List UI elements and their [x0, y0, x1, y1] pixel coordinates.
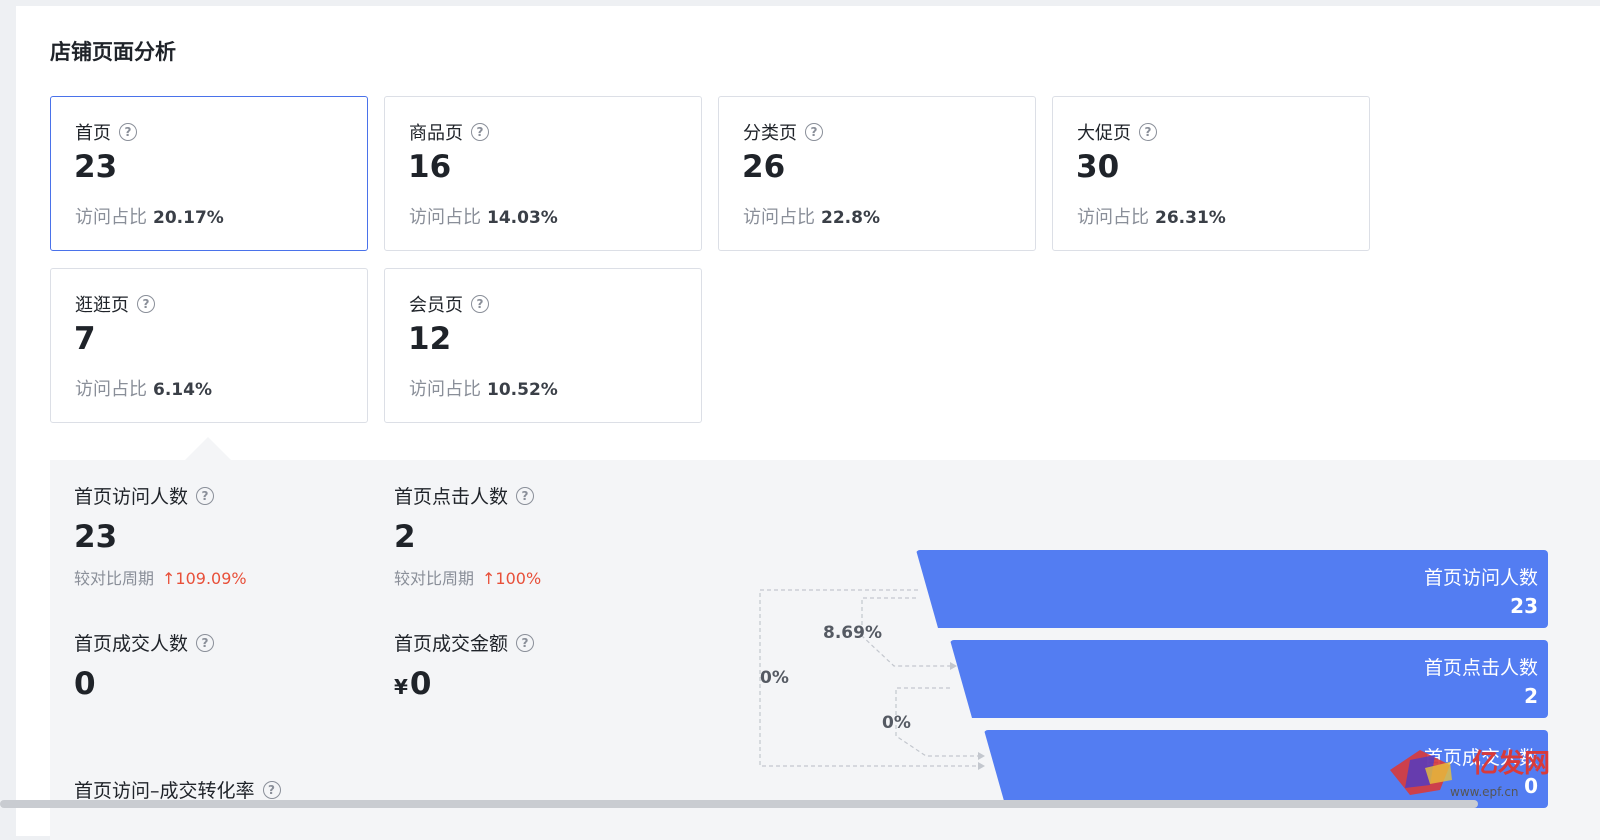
card-category[interactable]: 分类页? 26 访问占比 22.8%: [718, 96, 1036, 251]
metric-conversion: 首页访问–成交转化率?: [74, 776, 281, 803]
svg-text:www.epf.cn: www.epf.cn: [1450, 785, 1519, 799]
card-label: 商品页?: [409, 119, 489, 145]
metric-value: ¥0: [394, 666, 432, 702]
horizontal-scrollbar[interactable]: [0, 800, 1478, 808]
arrow-icon: [978, 752, 985, 760]
metric-compare: 较对比周期 ↑100%: [394, 569, 542, 588]
metric-value: 23: [74, 519, 118, 555]
help-icon[interactable]: ?: [1139, 123, 1157, 141]
funnel-bar-visitors: 首页访问人数 23: [916, 550, 1548, 628]
metric-value: 2: [394, 519, 416, 555]
help-icon[interactable]: ?: [471, 295, 489, 313]
card-ratio: 访问占比 14.03%: [409, 207, 558, 228]
card-ratio: 访问占比 20.17%: [75, 207, 224, 228]
help-icon[interactable]: ?: [805, 123, 823, 141]
card-label: 大促页?: [1077, 119, 1157, 145]
help-icon[interactable]: ?: [196, 486, 215, 505]
card-promotion[interactable]: 大促页? 30 访问占比 26.31%: [1052, 96, 1370, 251]
metric-visitors: 首页访问人数? 23 较对比周期 ↑109.09%: [74, 486, 247, 588]
rate-click-to-deal: 0%: [882, 713, 911, 733]
page-title: 店铺页面分析: [50, 40, 176, 64]
card-browse[interactable]: 逛逛页? 7 访问占比 6.14%: [50, 268, 368, 423]
card-value: 7: [74, 321, 96, 357]
card-home[interactable]: 首页? 23 访问占比 20.17%: [50, 96, 368, 251]
card-value: 12: [408, 321, 452, 357]
metric-value: 0: [74, 666, 96, 702]
help-icon[interactable]: ?: [516, 486, 535, 505]
card-ratio: 访问占比 26.31%: [1077, 207, 1226, 228]
rate-visit-to-click: 8.69%: [823, 623, 882, 643]
metric-amount: 首页成交金额? ¥0: [394, 629, 535, 702]
metric-clicks: 首页点击人数? 2 较对比周期 ↑100%: [394, 486, 542, 588]
metric-compare: 较对比周期 ↑109.09%: [74, 569, 247, 588]
arrow-icon: [950, 662, 957, 670]
card-member[interactable]: 会员页? 12 访问占比 10.52%: [384, 268, 702, 423]
card-label: 分类页?: [743, 119, 823, 145]
card-label: 会员页?: [409, 291, 489, 317]
watermark-logo: 亿发网 www.epf.cn: [1390, 748, 1550, 799]
card-label: 首页?: [75, 119, 137, 145]
card-value: 23: [74, 149, 118, 185]
help-icon[interactable]: ?: [137, 295, 155, 313]
card-value: 26: [742, 149, 786, 185]
help-icon[interactable]: ?: [471, 123, 489, 141]
card-ratio: 访问占比 22.8%: [743, 207, 880, 228]
arrow-icon: [978, 762, 985, 770]
svg-text:亿发网: 亿发网: [1472, 748, 1550, 779]
currency-symbol: ¥: [394, 675, 408, 699]
help-icon[interactable]: ?: [262, 780, 281, 799]
help-icon[interactable]: ?: [119, 123, 137, 141]
detail-pointer: [184, 437, 232, 461]
card-ratio: 访问占比 10.52%: [409, 379, 558, 400]
card-product[interactable]: 商品页? 16 访问占比 14.03%: [384, 96, 702, 251]
help-icon[interactable]: ?: [196, 633, 215, 652]
card-label: 逛逛页?: [75, 291, 155, 317]
rate-visit-to-deal: 0%: [760, 668, 789, 688]
card-value: 30: [1076, 149, 1120, 185]
card-value: 16: [408, 149, 452, 185]
funnel-bar-clicks: 首页点击人数 2: [950, 640, 1548, 718]
help-icon[interactable]: ?: [516, 633, 535, 652]
card-ratio: 访问占比 6.14%: [75, 379, 212, 400]
metric-buyers: 首页成交人数? 0: [74, 629, 215, 702]
